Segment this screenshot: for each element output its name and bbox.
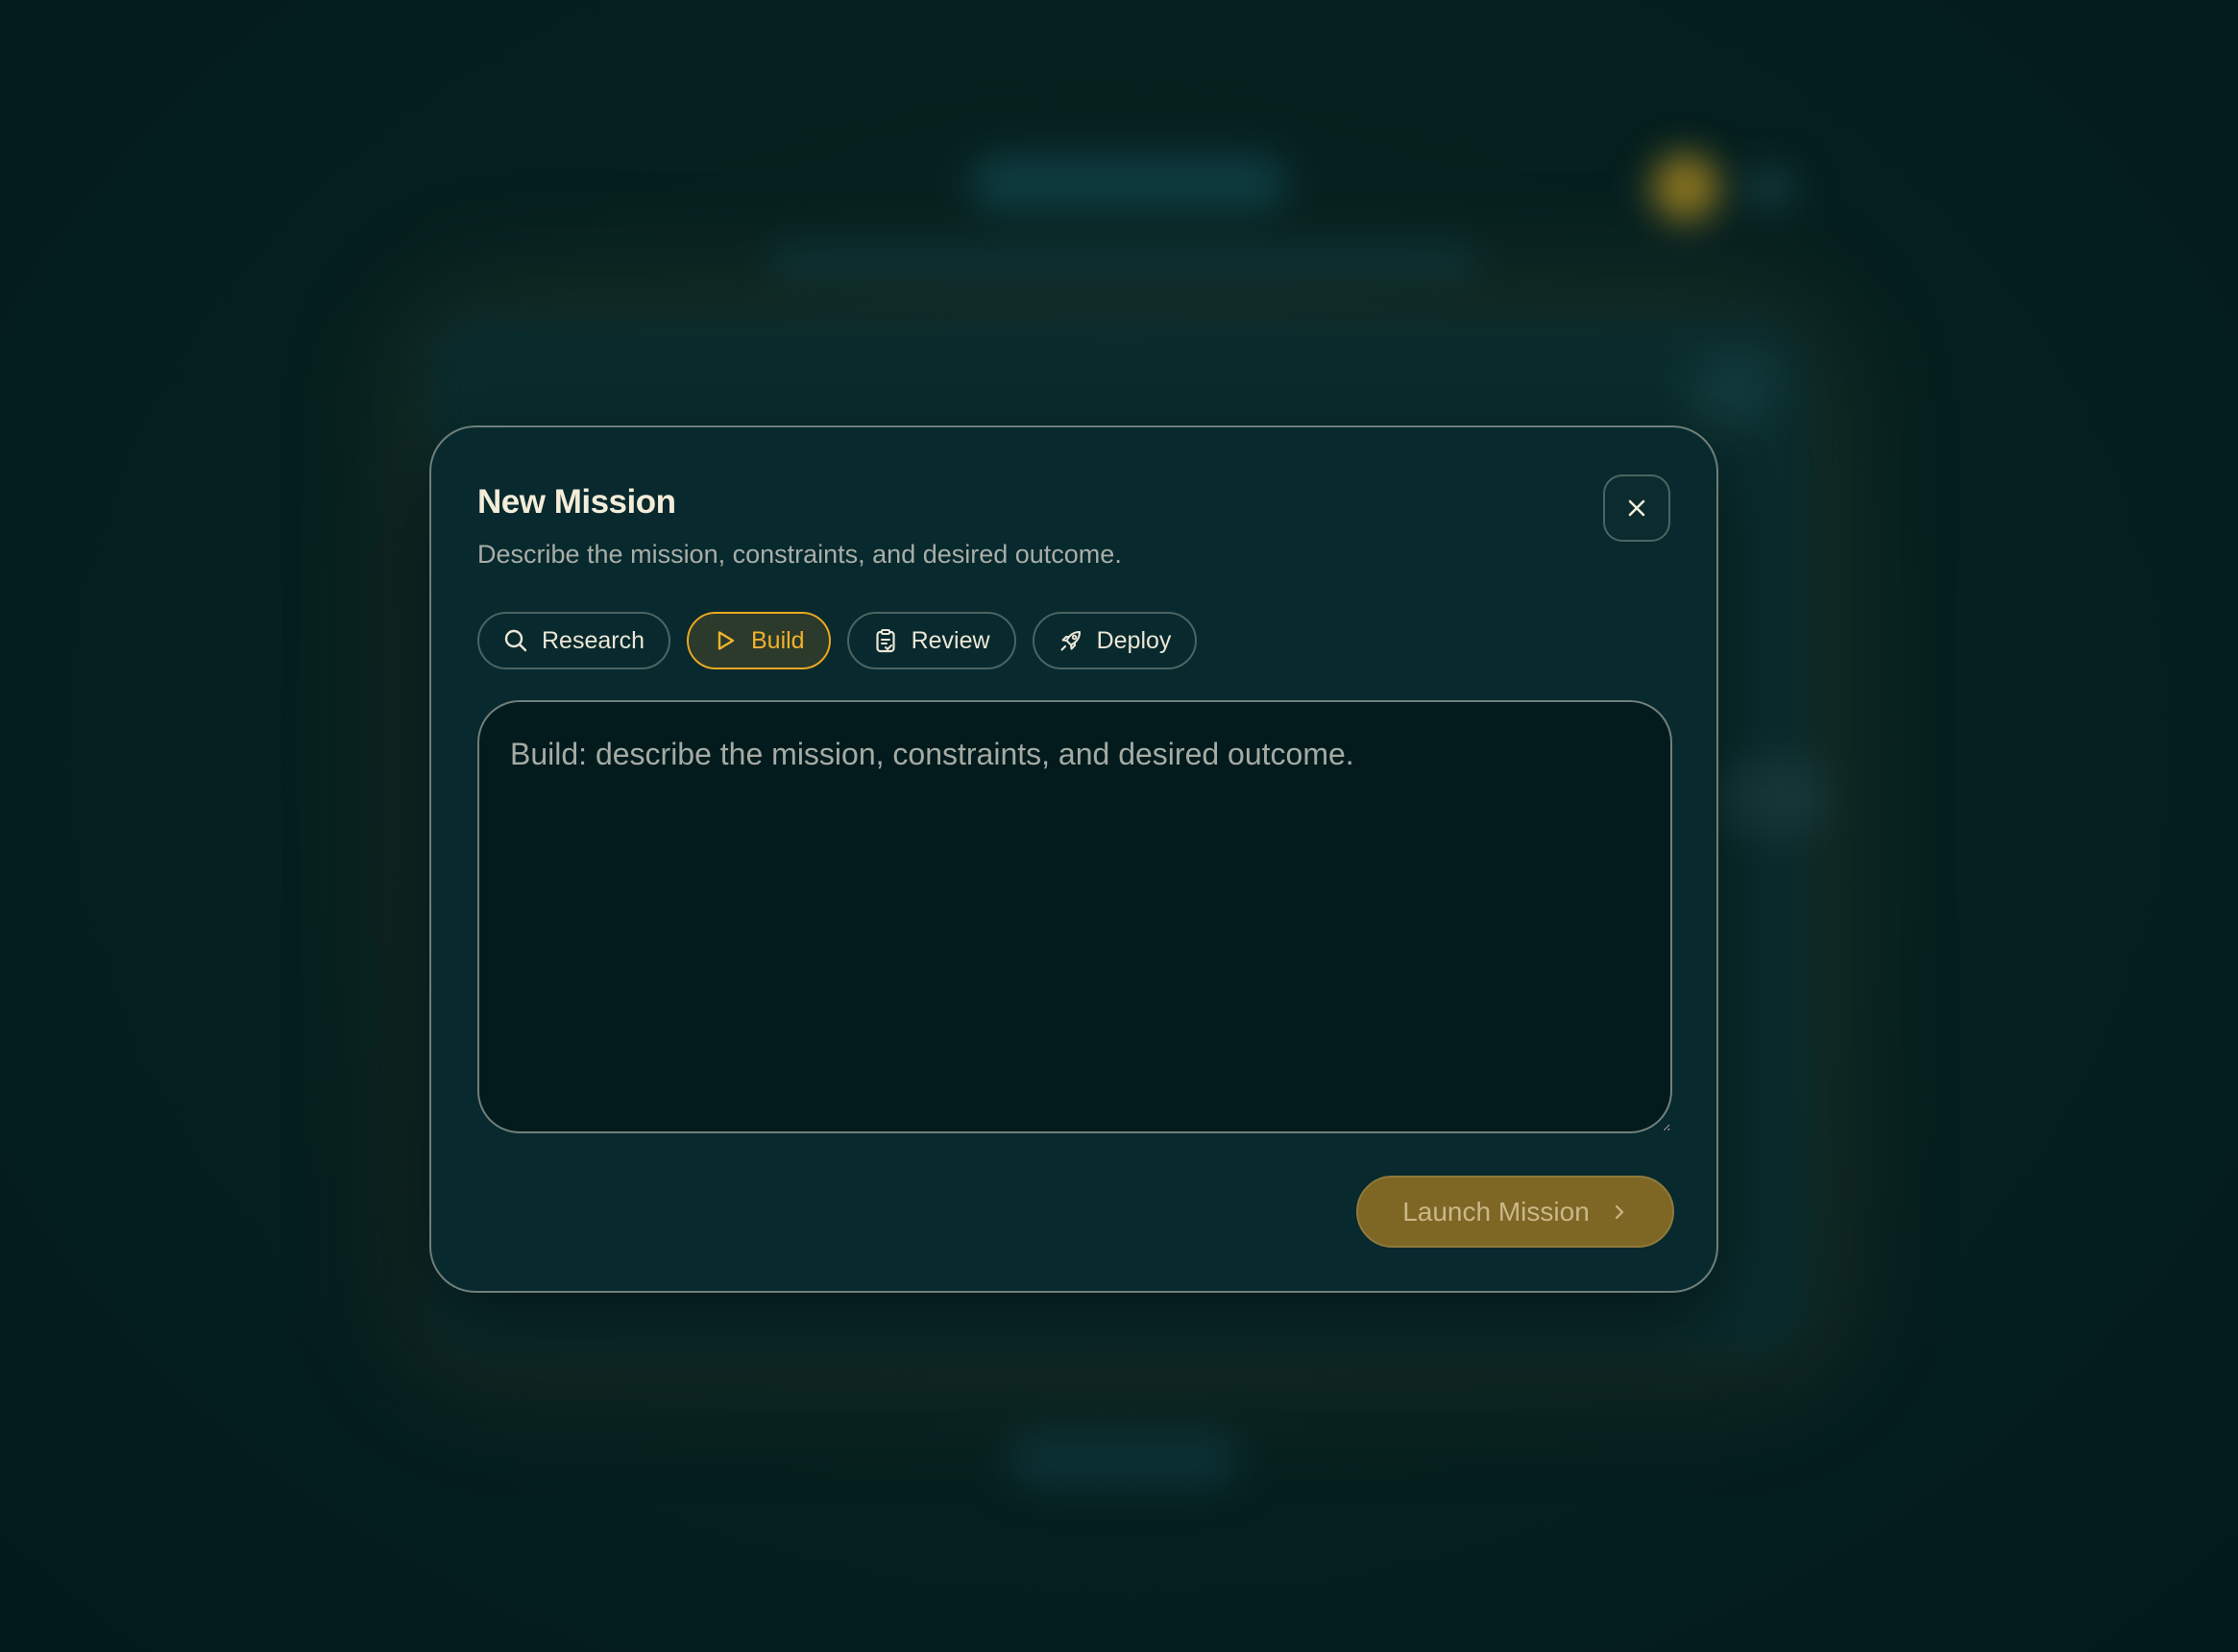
clipboard-check-icon xyxy=(875,629,895,653)
dialog-title: New Mission xyxy=(477,483,676,521)
launch-mission-label: Launch Mission xyxy=(1402,1196,1590,1227)
dialog-subtitle: Describe the mission, constraints, and d… xyxy=(477,540,1122,569)
close-button[interactable] xyxy=(1603,474,1670,542)
background-status-dot xyxy=(1652,154,1719,221)
mission-description-input[interactable] xyxy=(477,700,1672,1133)
mode-tab-research[interactable]: Research xyxy=(477,612,670,669)
search-icon xyxy=(504,629,527,652)
mode-tab-label: Review xyxy=(911,626,990,654)
rocket-icon xyxy=(1060,630,1081,651)
mode-tab-review[interactable]: Review xyxy=(846,612,1016,669)
chevron-right-icon xyxy=(1615,1204,1623,1219)
mode-tab-label: Build xyxy=(751,626,805,654)
background-header-pill xyxy=(970,154,1287,211)
mission-mode-tabs: Research Build Review Deploy xyxy=(477,612,1198,669)
background-nav xyxy=(768,245,1479,279)
mode-tab-label: Research xyxy=(542,626,645,654)
play-icon xyxy=(718,631,735,650)
mode-tab-label: Deploy xyxy=(1096,626,1172,654)
background-panel-chip xyxy=(1710,759,1825,836)
background-header-chip xyxy=(1743,168,1796,206)
mode-tab-build[interactable]: Build xyxy=(687,612,831,669)
new-mission-dialog: New Mission Describe the mission, constr… xyxy=(429,425,1718,1293)
background-panel-button xyxy=(1691,351,1777,427)
close-icon xyxy=(1628,499,1645,517)
launch-mission-button[interactable]: Launch Mission xyxy=(1356,1176,1674,1248)
mode-tab-deploy[interactable]: Deploy xyxy=(1032,612,1198,669)
background-footer-pill xyxy=(1009,1431,1239,1489)
